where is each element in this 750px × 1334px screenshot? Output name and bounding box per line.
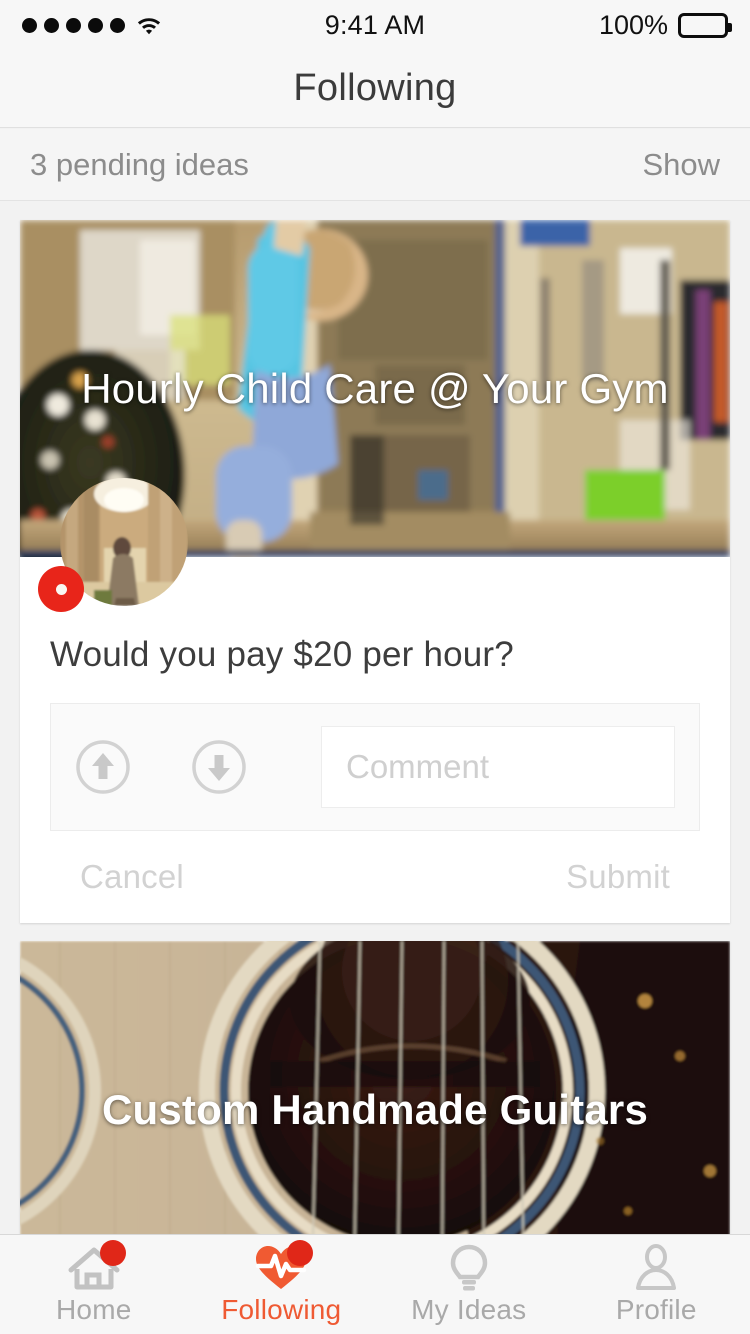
status-bar-right: 100%	[598, 9, 732, 41]
idea-card-body: Would you pay $20 per hour? Comment Canc…	[20, 557, 730, 923]
feed-list[interactable]: Hourly Child Care @ Your Gym Would you p…	[0, 202, 750, 1234]
pending-ideas-bar[interactable]: 3 pending ideas Show	[0, 129, 750, 201]
app-screen: 9:41 AM 100% Following 3 pending ideas S…	[0, 0, 750, 1334]
idea-card[interactable]: Hourly Child Care @ Your Gym Would you p…	[20, 220, 730, 923]
idea-card-actions: Cancel Submit	[50, 831, 700, 923]
comment-field-wrapper[interactable]	[321, 726, 675, 808]
idea-hero-image[interactable]: Custom Handmade Guitars	[20, 941, 730, 1234]
page-title: Following	[293, 67, 457, 109]
battery-full-icon	[678, 12, 732, 38]
tab-my-ideas[interactable]: My Ideas	[375, 1235, 563, 1334]
arrow-up-circle-icon[interactable]	[75, 739, 131, 795]
tab-my-ideas-label: My Ideas	[411, 1293, 527, 1325]
lightbulb-icon	[441, 1244, 497, 1292]
cancel-button[interactable]: Cancel	[80, 858, 184, 896]
submit-button[interactable]: Submit	[566, 858, 670, 896]
idea-question: Would you pay $20 per hour?	[50, 635, 514, 674]
heartbeat-icon	[253, 1239, 314, 1292]
idea-card[interactable]: Custom Handmade Guitars	[20, 941, 730, 1234]
tab-following[interactable]: Following	[188, 1235, 376, 1334]
show-pending-button[interactable]: Show	[642, 147, 720, 183]
following-badge	[287, 1239, 314, 1266]
pending-ideas-label: 3 pending ideas	[30, 146, 249, 182]
tab-following-label: Following	[221, 1293, 342, 1325]
arrow-down-circle-icon[interactable]	[191, 739, 247, 795]
tab-profile-label: Profile	[615, 1293, 697, 1325]
person-icon	[628, 1243, 684, 1292]
tab-home[interactable]: Home	[0, 1235, 188, 1334]
bottom-tab-bar: Home Following My Ideas Profile	[0, 1234, 750, 1334]
home-badge	[99, 1239, 126, 1266]
vote-comment-panel	[50, 703, 700, 831]
tab-home-label: Home	[56, 1293, 132, 1325]
navigation-bar: Following	[0, 50, 750, 128]
idea-title: Custom Handmade Guitars	[101, 1085, 649, 1133]
home-icon	[66, 1239, 126, 1292]
battery-percent-label: 100%	[598, 9, 668, 40]
tab-profile[interactable]: Profile	[563, 1235, 750, 1334]
avatar[interactable]	[38, 478, 188, 612]
comment-input[interactable]	[344, 747, 652, 787]
record-badge-icon	[38, 566, 84, 612]
status-bar: 9:41 AM 100%	[0, 0, 750, 50]
idea-title: Hourly Child Care @ Your Gym	[81, 364, 669, 412]
